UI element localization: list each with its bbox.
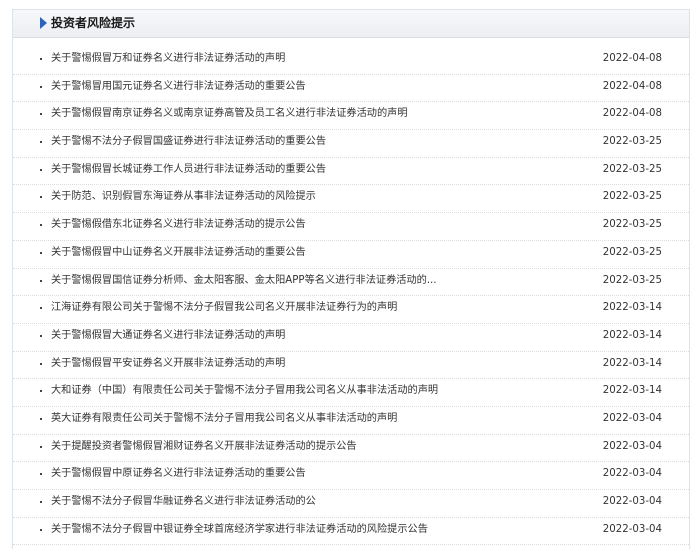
notice-link[interactable]: 关于警惕假冒南京证券名义或南京证券高管及员工名义进行非法证券活动的声明 [51, 107, 408, 121]
notice-link[interactable]: 关于警惕假冒中原证券名义进行非法证券活动的重要公告 [51, 467, 306, 481]
list-item[interactable]: 关于提醒投资者警惕假冒湘财证券名义开展非法证券活动的提示公告 2022-03-04 [13, 435, 689, 463]
list-item[interactable]: 关于警惕假冒大通证券名义进行非法证券活动的声明 2022-03-14 [13, 324, 689, 352]
notice-link[interactable]: 关于警惕不法分子假冒华融证券名义进行非法证券活动的公 [51, 495, 316, 509]
notice-date: 2022-04-08 [602, 80, 662, 92]
notice-date: 2022-04-08 [602, 53, 662, 64]
bullet-icon [40, 279, 42, 282]
bullet-icon [40, 85, 42, 88]
list-item[interactable]: 关于警惕不法分子假冒华融证券名义进行非法证券活动的公 2022-03-04 [13, 490, 689, 518]
notice-link[interactable]: 关于警惕假借东北证券名义进行非法证券活动的提示公告 [51, 218, 306, 232]
notice-link[interactable]: 关于警惕假冒万和证券名义进行非法证券活动的声明 [51, 52, 285, 66]
panel-title: 投资者风险提示 [51, 16, 136, 30]
list-item[interactable]: 江海证券有限公司关于警惕不法分子假冒我公司名义开展非法证券行为的声明 2022-0… [13, 296, 689, 324]
bullet-icon [40, 390, 42, 393]
notice-date: 2022-03-14 [602, 357, 662, 369]
list-item[interactable]: 关于警惕冒用国元证券名义进行非法证券活动的重要公告 2022-04-08 [13, 75, 689, 103]
notice-date: 2022-03-25 [602, 136, 662, 148]
bullet-icon [40, 334, 42, 337]
bullet-icon [40, 196, 42, 199]
notice-link[interactable]: 英大证券有限责任公司关于警惕不法分子冒用我公司名义从事非法活动的声明 [51, 412, 397, 426]
panel-header: 投资者风险提示 [13, 10, 689, 38]
bullet-icon [40, 473, 42, 476]
notice-date: 2022-03-04 [602, 440, 662, 452]
list-item[interactable]: 关于警惕假冒中山证券名义开展非法证券活动的重要公告 2022-03-25 [13, 241, 689, 269]
notice-link[interactable]: 大和证券（中国）有限责任公司关于警惕不法分子冒用我公司名义从事非法活动的声明 [51, 384, 438, 398]
notice-date: 2022-03-04 [602, 496, 662, 507]
bullet-icon [40, 501, 42, 503]
notice-link[interactable]: 关于警惕不法分子假冒中银证券全球首席经济学家进行非法证券活动的风险提示公告 [51, 523, 428, 537]
bullet-icon [40, 113, 42, 116]
bullet-icon [40, 528, 42, 531]
bullet-icon [40, 307, 42, 310]
notice-link[interactable]: 关于警惕不法分子假冒国盛证券进行非法证券活动的重要公告 [51, 135, 326, 149]
notice-date: 2022-03-25 [602, 163, 662, 175]
bullet-icon [40, 58, 42, 60]
list-item[interactable]: 关于警惕假借东北证券名义进行非法证券活动的提示公告 2022-03-25 [13, 213, 689, 241]
list-item[interactable]: 关于警惕假冒万和证券名义进行非法证券活动的声明 2022-04-08 [13, 47, 689, 75]
notice-date: 2022-03-04 [602, 412, 662, 424]
notice-date: 2022-03-14 [602, 302, 662, 314]
bullet-icon [40, 141, 42, 144]
notice-date: 2022-03-04 [602, 523, 662, 535]
notice-date: 2022-03-25 [602, 219, 662, 231]
list-item[interactable]: 英大证券有限责任公司关于警惕不法分子冒用我公司名义从事非法活动的声明 2022-0… [13, 407, 689, 435]
notice-date: 2022-03-25 [602, 246, 662, 258]
notice-date: 2022-03-14 [602, 329, 662, 341]
bullet-icon [40, 417, 42, 420]
notice-list: 关于警惕假冒万和证券名义进行非法证券活动的声明 2022-04-08 关于警惕冒用国… [13, 47, 689, 546]
bullet-icon [40, 362, 42, 365]
notice-link[interactable]: 关于警惕假冒国信证券分析师、金太阳客服、金太阳APP等名义进行非法证券活动的..… [51, 274, 437, 288]
list-item[interactable]: 关于警惕假冒国信证券分析师、金太阳客服、金太阳APP等名义进行非法证券活动的..… [13, 269, 689, 297]
list-item[interactable]: 关于警惕假冒中原证券名义进行非法证券活动的重要公告 2022-03-04 [13, 462, 689, 490]
notice-date: 2022-03-25 [602, 191, 662, 203]
list-item[interactable]: 关于警惕假冒平安证券名义开展非法证券活动的声明 2022-03-14 [13, 352, 689, 380]
bullet-icon [40, 445, 42, 448]
notice-link[interactable]: 关于警惕假冒长城证券工作人员进行非法证券活动的重要公告 [51, 163, 326, 177]
notice-link[interactable]: 关于防范、识别假冒东海证券从事非法证券活动的风险提示 [51, 190, 316, 204]
notice-date: 2022-04-08 [602, 108, 662, 120]
list-item[interactable]: 关于警惕假冒长城证券工作人员进行非法证券活动的重要公告 2022-03-25 [13, 158, 689, 186]
notice-link[interactable]: 关于警惕假冒中山证券名义开展非法证券活动的重要公告 [51, 246, 306, 260]
notice-link[interactable]: 江海证券有限公司关于警惕不法分子假冒我公司名义开展非法证券行为的声明 [51, 301, 397, 315]
list-item[interactable]: 关于警惕不法分子假冒国盛证券进行非法证券活动的重要公告 2022-03-25 [13, 130, 689, 158]
bullet-icon [40, 168, 42, 171]
notice-link[interactable]: 关于警惕假冒平安证券名义开展非法证券活动的声明 [51, 357, 285, 371]
notice-link[interactable]: 关于警惕冒用国元证券名义进行非法证券活动的重要公告 [51, 80, 306, 94]
list-item[interactable]: 关于警惕假冒南京证券名义或南京证券高管及员工名义进行非法证券活动的声明 2022-… [13, 102, 689, 131]
notice-link[interactable]: 关于提醒投资者警惕假冒湘财证券名义开展非法证券活动的提示公告 [51, 440, 357, 454]
list-item[interactable]: 关于警惕不法分子假冒中银证券全球首席经济学家进行非法证券活动的风险提示公告 202… [13, 518, 689, 546]
bullet-icon [40, 251, 42, 254]
bullet-icon [40, 224, 42, 227]
notice-link[interactable]: 关于警惕假冒大通证券名义进行非法证券活动的声明 [51, 329, 285, 343]
list-item[interactable]: 关于防范、识别假冒东海证券从事非法证券活动的风险提示 2022-03-25 [13, 185, 689, 214]
list-item[interactable]: 大和证券（中国）有限责任公司关于警惕不法分子冒用我公司名义从事非法活动的声明 20… [13, 379, 689, 407]
notice-date: 2022-03-14 [602, 385, 662, 397]
notice-date: 2022-03-25 [602, 274, 662, 286]
arrow-right-icon [40, 17, 47, 29]
risk-notice-panel: 投资者风险提示 关于警惕假冒万和证券名义进行非法证券活动的声明 2022-04-0… [12, 9, 690, 549]
notice-date: 2022-03-04 [602, 468, 662, 480]
